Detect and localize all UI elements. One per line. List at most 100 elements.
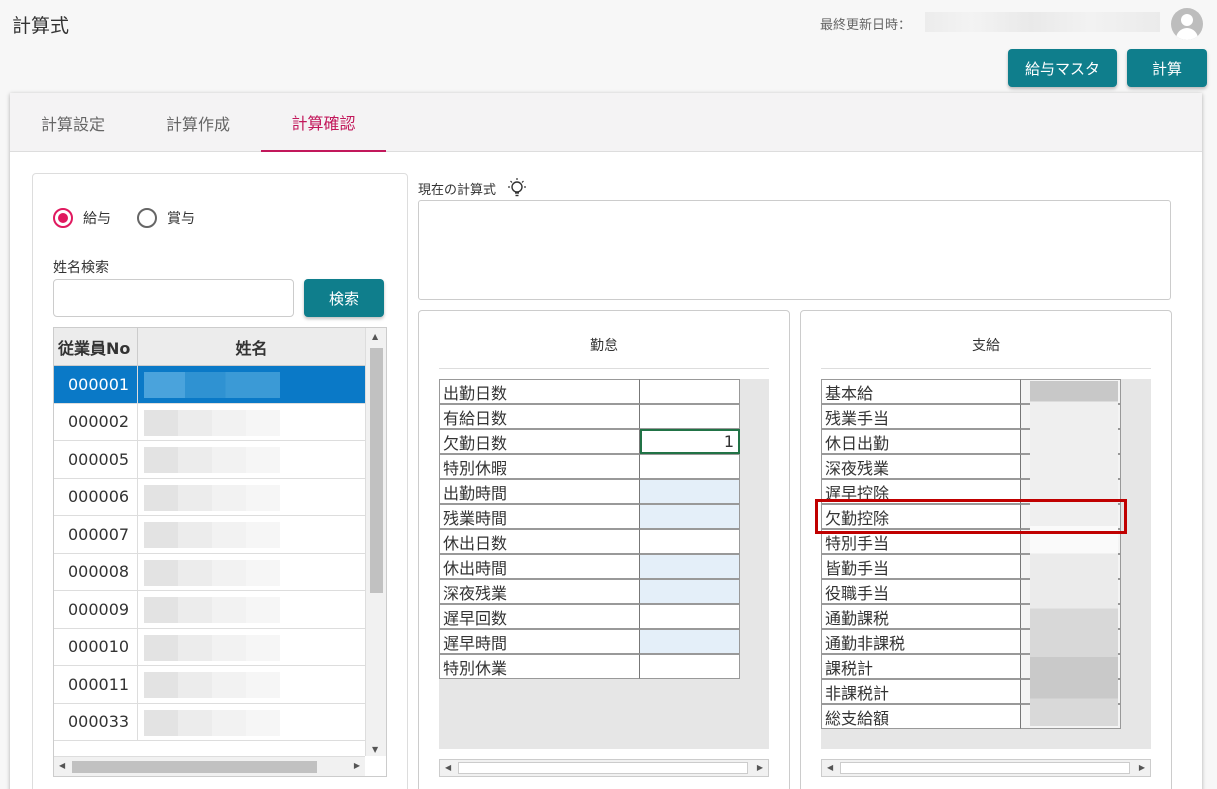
payment-values-redacted — [1030, 381, 1118, 726]
scroll-right-icon[interactable]: ▶ — [1139, 763, 1145, 772]
column-header-employee-no[interactable]: 従業員No — [54, 328, 138, 366]
column-header-name[interactable]: 姓名 — [138, 328, 365, 366]
salary-master-button[interactable]: 給与マスタ — [1008, 49, 1117, 87]
employee-name-cell-redacted — [144, 597, 280, 623]
attendance-row: 特別休業 — [439, 654, 741, 679]
payment-label-cell: 非課税計 — [821, 679, 1021, 704]
payment-label-cell: 総支給額 — [821, 704, 1021, 729]
payment-horizontal-scrollbar[interactable]: ◀ ▶ — [821, 759, 1151, 777]
payment-label-cell: 皆勤手当 — [821, 554, 1021, 579]
attendance-row: 出勤時間 — [439, 479, 741, 504]
payment-label-cell: 基本給 — [821, 379, 1021, 404]
current-formula-label: 現在の計算式 — [418, 178, 528, 198]
current-formula-text: 現在の計算式 — [418, 182, 497, 198]
grid-header: 従業員No 姓名 — [54, 328, 365, 366]
attendance-value-cell[interactable]: 1 — [640, 429, 740, 454]
name-search-input[interactable] — [53, 279, 294, 317]
table-row[interactable]: 000011 — [54, 666, 365, 704]
scroll-right-icon[interactable]: ▶ — [354, 761, 360, 770]
employee-no-cell: 000006 — [54, 478, 138, 515]
page-title: 計算式 — [12, 15, 70, 37]
attendance-row: 出勤日数 — [439, 379, 741, 404]
employee-name-cell-redacted — [144, 484, 280, 511]
table-row[interactable]: 000010 — [54, 628, 365, 666]
lightbulb-icon[interactable] — [506, 178, 528, 198]
scroll-left-icon[interactable]: ◀ — [445, 763, 451, 772]
attendance-row: 残業時間 — [439, 504, 741, 529]
employee-name-cell-redacted — [144, 447, 280, 473]
scroll-left-icon[interactable]: ◀ — [59, 761, 65, 770]
attendance-value-cell[interactable] — [640, 579, 740, 604]
attendance-value-cell[interactable] — [640, 629, 740, 654]
attendance-label-cell: 欠勤日数 — [439, 429, 640, 454]
user-avatar-icon[interactable] — [1171, 8, 1203, 40]
search-button[interactable]: 検索 — [304, 279, 384, 317]
attendance-row: 欠勤日数 1 — [439, 429, 741, 454]
employee-no-cell: 000001 — [54, 366, 138, 403]
absence-deduction-highlight — [815, 499, 1127, 534]
attendance-label-cell: 特別休業 — [439, 654, 640, 679]
current-formula-box[interactable] — [418, 200, 1171, 300]
radio-unselected-icon — [137, 208, 157, 228]
employee-no-cell: 000011 — [54, 666, 138, 703]
scroll-up-icon[interactable]: ▲ — [372, 332, 378, 341]
scroll-down-icon[interactable]: ▼ — [372, 745, 378, 754]
attendance-row: 特別休暇 — [439, 454, 741, 479]
scroll-thumb[interactable] — [840, 762, 1130, 774]
attendance-value-cell[interactable] — [640, 604, 740, 629]
calculate-button[interactable]: 計算 — [1127, 49, 1207, 87]
attendance-value-cell[interactable] — [640, 504, 740, 529]
payment-title: 支給 — [972, 338, 1000, 354]
attendance-label-cell: 遅早時間 — [439, 629, 640, 654]
payment-label-cell: 休日出勤 — [821, 429, 1021, 454]
attendance-row: 深夜残業 — [439, 579, 741, 604]
tab-calc-create[interactable]: 計算作成 — [136, 93, 260, 152]
attendance-value-cell[interactable] — [640, 654, 740, 679]
tab-calc-settings[interactable]: 計算設定 — [10, 93, 136, 152]
table-row[interactable]: 000002 — [54, 403, 365, 441]
employee-no-cell: 000002 — [54, 403, 138, 440]
table-row[interactable]: 000001 — [54, 366, 365, 404]
table-row[interactable]: 000007 — [54, 516, 365, 554]
employee-grid: 従業員No 姓名 000001 000002 000005 000006 000007 0… — [53, 327, 387, 777]
employee-name-cell-redacted — [144, 672, 280, 698]
radio-salary-label: 給与 — [83, 211, 111, 227]
attendance-value-cell[interactable] — [640, 529, 740, 554]
scroll-thumb[interactable] — [370, 348, 383, 593]
radio-selected-icon — [53, 208, 73, 228]
attendance-label-cell: 出勤日数 — [439, 379, 640, 404]
attendance-value-cell[interactable] — [640, 554, 740, 579]
grid-vertical-scrollbar[interactable]: ▲ ▼ — [365, 328, 386, 756]
table-row[interactable]: 000006 — [54, 478, 365, 516]
table-row[interactable]: 000009 — [54, 591, 365, 629]
table-row[interactable]: 000008 — [54, 553, 365, 591]
attendance-value-cell[interactable] — [640, 479, 740, 504]
table-row[interactable]: 000033 — [54, 703, 365, 741]
scroll-left-icon[interactable]: ◀ — [827, 763, 833, 772]
tab-bar: 計算設定 計算作成 計算確認 — [10, 93, 1202, 152]
employee-no-cell: 000008 — [54, 553, 138, 590]
employee-name-cell-redacted — [144, 372, 280, 398]
attendance-value-cell[interactable] — [640, 404, 740, 429]
employee-name-cell-redacted — [144, 522, 280, 548]
attendance-label-cell: 休出日数 — [439, 529, 640, 554]
payment-label-cell: 残業手当 — [821, 404, 1021, 429]
payment-label-cell: 課税計 — [821, 654, 1021, 679]
table-row[interactable]: 000005 — [54, 441, 365, 479]
attendance-row: 休出時間 — [439, 554, 741, 579]
radio-salary[interactable]: 給与 — [53, 208, 111, 228]
attendance-title: 勤怠 — [590, 338, 618, 354]
employee-no-cell: 000007 — [54, 516, 138, 553]
scroll-thumb[interactable] — [458, 762, 748, 774]
attendance-value-cell[interactable] — [640, 454, 740, 479]
attendance-horizontal-scrollbar[interactable]: ◀ ▶ — [439, 759, 769, 777]
scroll-thumb[interactable] — [72, 761, 317, 773]
attendance-value-cell[interactable] — [640, 379, 740, 404]
employee-name-cell-redacted — [144, 559, 280, 586]
name-search-label: 姓名検索 — [53, 260, 109, 276]
radio-bonus[interactable]: 賞与 — [137, 208, 195, 228]
grid-horizontal-scrollbar[interactable]: ◀ ▶ — [54, 756, 365, 776]
scroll-right-icon[interactable]: ▶ — [757, 763, 763, 772]
attendance-panel: 勤怠 出勤日数 有給日数 欠勤日数 1 特別休暇 出勤時間 残業時間 休出日数 休出時間 深夜残業… — [418, 310, 790, 789]
tab-calc-confirm[interactable]: 計算確認 — [261, 93, 386, 152]
